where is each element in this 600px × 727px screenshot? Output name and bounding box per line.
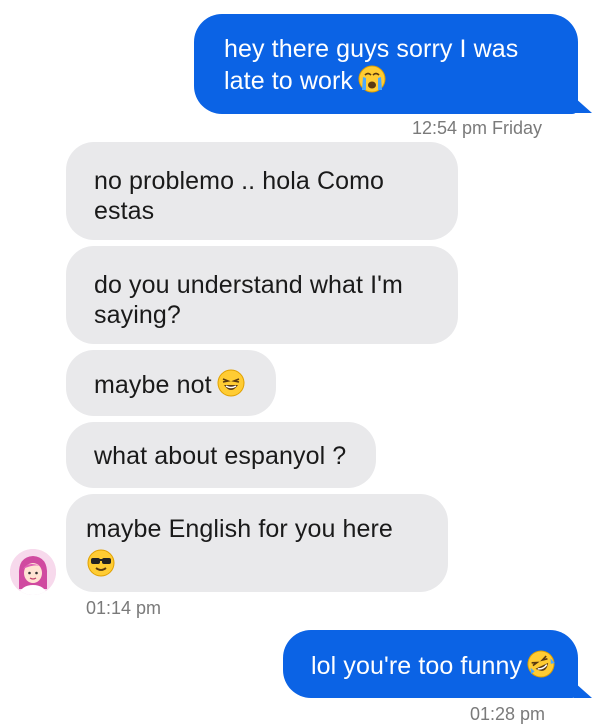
bubble-tail bbox=[574, 97, 592, 113]
crying-face-emoji-icon bbox=[358, 65, 386, 93]
outgoing-message-bubble[interactable]: hey there guys sorry I was late to work bbox=[194, 14, 578, 114]
outgoing-message-bubble[interactable]: lol you're too funny bbox=[283, 630, 578, 698]
rolling-laughing-face-emoji-icon bbox=[527, 650, 555, 678]
message-text: maybe not bbox=[94, 371, 212, 399]
incoming-message-bubble[interactable]: maybe English for you here bbox=[66, 494, 448, 592]
timestamp: 12:54 pm Friday bbox=[412, 118, 543, 138]
bubble-tail bbox=[574, 682, 592, 698]
sunglasses-face-emoji-icon bbox=[87, 549, 115, 577]
timestamp: 01:14 pm bbox=[86, 598, 162, 618]
incoming-message-bubble[interactable]: no problemo .. hola Como estas bbox=[66, 142, 458, 240]
message-text: what about espanyol ? bbox=[94, 442, 347, 470]
message-text: lol you're too funny bbox=[311, 652, 523, 680]
timestamp: 01:28 pm bbox=[470, 704, 546, 724]
incoming-message-bubble[interactable]: maybe not bbox=[66, 350, 276, 416]
incoming-message-bubble[interactable]: do you understand what I'm saying? bbox=[66, 246, 458, 344]
avatar-image bbox=[10, 549, 56, 595]
laughing-face-emoji-icon bbox=[217, 369, 245, 397]
message-text: maybe English for you here bbox=[86, 515, 393, 543]
message-text: no problemo .. hola Como estas bbox=[94, 167, 385, 225]
message-text: do you understand what I'm saying? bbox=[94, 271, 403, 329]
incoming-message-bubble[interactable]: what about espanyol ? bbox=[66, 422, 376, 488]
contact-avatar[interactable] bbox=[10, 549, 56, 595]
